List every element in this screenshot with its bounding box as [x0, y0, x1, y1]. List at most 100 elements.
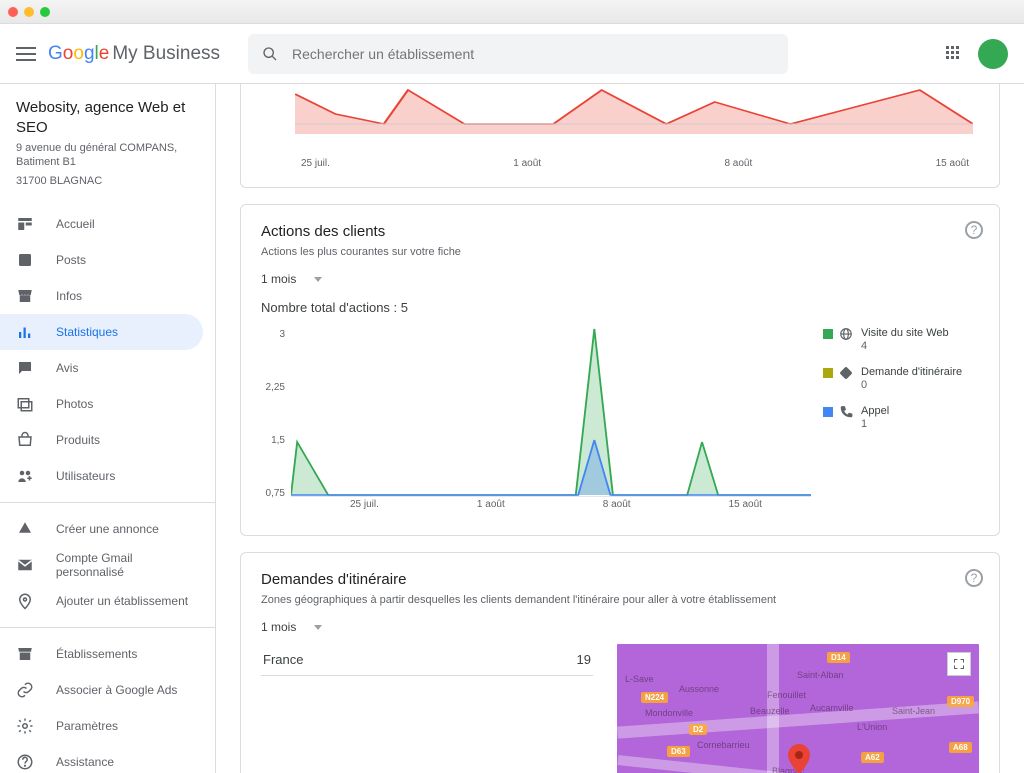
- road-badge: D14: [827, 652, 850, 663]
- divider: [0, 627, 215, 628]
- main-content: 0 25 juil. 1 août 8 août 15 août ? Actio…: [216, 84, 1024, 773]
- road-badge: D970: [947, 696, 974, 707]
- card-title: Actions des clients: [261, 223, 979, 240]
- nav-insights[interactable]: Statistiques: [0, 314, 203, 350]
- nav-photos[interactable]: Photos: [0, 386, 203, 422]
- app-header: Google My Business: [0, 24, 1024, 84]
- nav-settings[interactable]: Paramètres: [0, 708, 203, 744]
- nav-reviews[interactable]: Avis: [0, 350, 203, 386]
- window-chrome: [0, 0, 1024, 24]
- x-tick: 1 août: [513, 158, 541, 169]
- nav-label: Statistiques: [56, 325, 118, 339]
- nav-create-ad[interactable]: Créer une annonce: [0, 511, 203, 547]
- help-icon[interactable]: ?: [965, 569, 983, 587]
- x-tick: 1 août: [477, 499, 505, 510]
- apps-grid-icon[interactable]: [946, 46, 962, 62]
- map-label: Saint-Alban: [797, 670, 844, 680]
- nav-label: Posts: [56, 253, 86, 267]
- road-badge: A62: [861, 752, 884, 763]
- x-tick: 8 août: [603, 499, 631, 510]
- legend-value: 4: [861, 340, 949, 352]
- x-tick: 15 août: [936, 158, 969, 169]
- post-icon: [16, 251, 36, 269]
- nav-gmail[interactable]: Compte Gmail personnalisé: [0, 547, 203, 583]
- sidebar-nav: Accueil Posts Infos Statistiques Avis Ph…: [0, 206, 215, 773]
- x-tick: 8 août: [724, 158, 752, 169]
- business-address-2: 31700 BLAGNAC: [16, 174, 199, 188]
- nav-link-ads[interactable]: Associer à Google Ads: [0, 672, 203, 708]
- legend-label: Demande d'itinéraire: [861, 366, 962, 378]
- card-subtitle: Zones géographiques à partir desquelles …: [261, 594, 979, 606]
- top-chart-card: 0 25 juil. 1 août 8 août 15 août: [240, 84, 1000, 188]
- legend-item-web[interactable]: Visite du site Web4: [823, 327, 979, 352]
- legend-item-directions[interactable]: Demande d'itinéraire0: [823, 366, 979, 391]
- nav-label: Photos: [56, 397, 93, 411]
- actions-chart: 3 2,25 1,5 0,75: [261, 327, 979, 517]
- swatch-icon: [823, 329, 833, 339]
- total-actions: Nombre total d'actions : 5: [261, 300, 979, 315]
- period-selector[interactable]: 1 mois: [261, 620, 979, 634]
- nav-users[interactable]: Utilisateurs: [0, 458, 203, 494]
- logo: Google My Business: [48, 43, 220, 65]
- fullscreen-button[interactable]: [947, 652, 971, 676]
- users-icon: [16, 467, 36, 485]
- nav-label: Accueil: [56, 217, 95, 231]
- row-value: 19: [577, 652, 591, 667]
- location-icon: [16, 592, 36, 610]
- road-badge: D2: [689, 724, 707, 735]
- nav-label: Ajouter un établissement: [56, 594, 188, 608]
- nav-label: Compte Gmail personnalisé: [56, 551, 203, 579]
- period-selector[interactable]: 1 mois: [261, 272, 979, 286]
- legend-item-call[interactable]: Appel1: [823, 405, 979, 430]
- nav-label: Établissements: [56, 647, 137, 661]
- directions-icon: [839, 366, 855, 380]
- y-tick: 3: [261, 329, 285, 340]
- storefront-icon: [16, 645, 36, 663]
- directions-map[interactable]: D14 N224 D2 D63 A62 D970 A68 L-Save Auss…: [617, 644, 979, 773]
- actions-card: ? Actions des clients Actions les plus c…: [240, 204, 1000, 536]
- nav-label: Associer à Google Ads: [56, 683, 177, 697]
- nav-label: Avis: [56, 361, 78, 375]
- globe-icon: [839, 327, 855, 341]
- close-dot-icon[interactable]: [8, 7, 18, 17]
- insights-icon: [16, 323, 36, 341]
- x-axis: 25 juil. 1 août 8 août 15 août: [261, 154, 979, 169]
- map-label: L-Save: [625, 674, 654, 684]
- map-label: Saint-Jean: [892, 706, 935, 716]
- legend-label: Visite du site Web: [861, 327, 949, 339]
- map-label: Fenouillet: [767, 690, 806, 700]
- x-tick: 25 juil.: [350, 499, 379, 510]
- map-label: Beauzelle: [750, 706, 790, 716]
- nav-label: Assistance: [56, 755, 114, 769]
- map-label: Aussonne: [679, 684, 719, 694]
- business-name: Webosity, agence Web et SEO: [16, 98, 199, 137]
- menu-button[interactable]: [16, 47, 36, 61]
- nav-label: Produits: [56, 433, 100, 447]
- legend-value: 1: [861, 418, 889, 430]
- business-header: Webosity, agence Web et SEO 9 avenue du …: [0, 98, 215, 198]
- card-title: Demandes d'itinéraire: [261, 571, 979, 588]
- top-chart: 0: [295, 84, 973, 154]
- search-icon: [262, 46, 278, 62]
- help-icon[interactable]: ?: [965, 221, 983, 239]
- search-input[interactable]: [292, 46, 774, 62]
- mail-icon: [16, 556, 36, 574]
- minimize-dot-icon[interactable]: [24, 7, 34, 17]
- avatar[interactable]: [978, 39, 1008, 69]
- nav-support[interactable]: Assistance: [0, 744, 203, 773]
- nav-locations[interactable]: Établissements: [0, 636, 203, 672]
- table-row[interactable]: France 19: [261, 644, 593, 676]
- nav-products[interactable]: Produits: [0, 422, 203, 458]
- caret-down-icon: [314, 625, 322, 630]
- nav-add-location[interactable]: Ajouter un établissement: [0, 583, 203, 619]
- search-bar[interactable]: [248, 34, 788, 74]
- directions-card: ? Demandes d'itinéraire Zones géographiq…: [240, 552, 1000, 773]
- nav-posts[interactable]: Posts: [0, 242, 203, 278]
- nav-home[interactable]: Accueil: [0, 206, 203, 242]
- zoom-dot-icon[interactable]: [40, 7, 50, 17]
- store-icon: [16, 287, 36, 305]
- card-subtitle: Actions les plus courantes sur votre fic…: [261, 246, 979, 258]
- legend-label: Appel: [861, 405, 889, 417]
- nav-info[interactable]: Infos: [0, 278, 203, 314]
- y-tick: 0,75: [261, 488, 285, 499]
